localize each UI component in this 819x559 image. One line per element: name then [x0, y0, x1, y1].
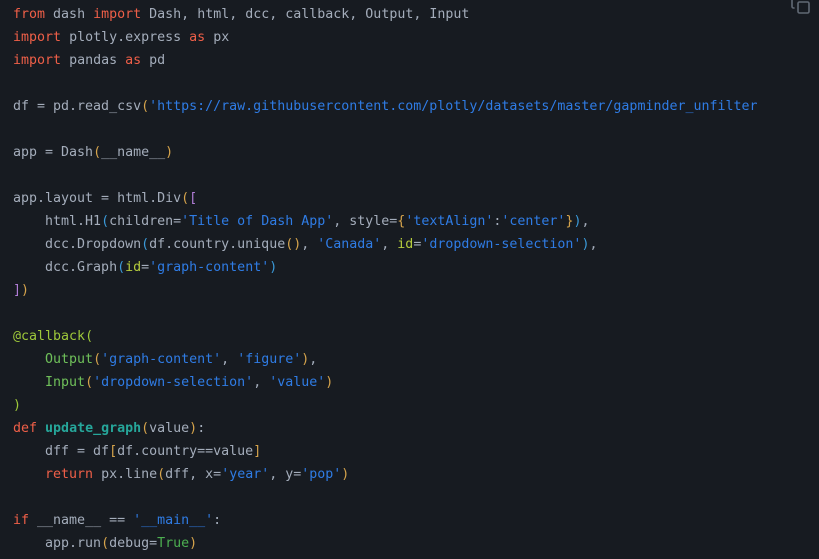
- code-line: dff = df[df.country==value]: [13, 444, 262, 459]
- code-line: if __name__ == '__main__':: [13, 513, 222, 528]
- code-line: @callback(: [13, 329, 94, 344]
- code-line: app.run(debug=True): [13, 536, 198, 551]
- code-line: return px.line(dff, x='year', y='pop'): [13, 467, 350, 482]
- code-line: ]): [13, 283, 30, 298]
- code-line: ): [13, 398, 22, 413]
- code-line: def update_graph(value):: [13, 421, 206, 436]
- code-block: from dash import Dash, html, dcc, callba…: [0, 0, 819, 559]
- code-line: Input('dropdown-selection', 'value'): [13, 375, 334, 390]
- code-line: app = Dash(__name__): [13, 145, 174, 160]
- code-line: import plotly.express as px: [13, 30, 230, 45]
- code-line: from dash import Dash, html, dcc, callba…: [13, 7, 470, 22]
- copy-icon-glyph: [791, 0, 810, 14]
- python-source: from dash import Dash, html, dcc, callba…: [0, 0, 819, 555]
- code-line: dcc.Dropdown(df.country.unique(), 'Canad…: [13, 237, 598, 252]
- code-line: import pandas as pd: [13, 53, 166, 68]
- code-line: Output('graph-content', 'figure'),: [13, 352, 318, 367]
- code-line: df = pd.read_csv('https://raw.githubuser…: [13, 99, 758, 114]
- code-line: dcc.Graph(id='graph-content'): [13, 260, 278, 275]
- code-scroll-area[interactable]: from dash import Dash, html, dcc, callba…: [0, 0, 819, 559]
- copy-icon[interactable]: [789, 0, 813, 17]
- code-line: html.H1(children='Title of Dash App', st…: [13, 214, 590, 229]
- code-line: app.layout = html.Div([: [13, 191, 198, 206]
